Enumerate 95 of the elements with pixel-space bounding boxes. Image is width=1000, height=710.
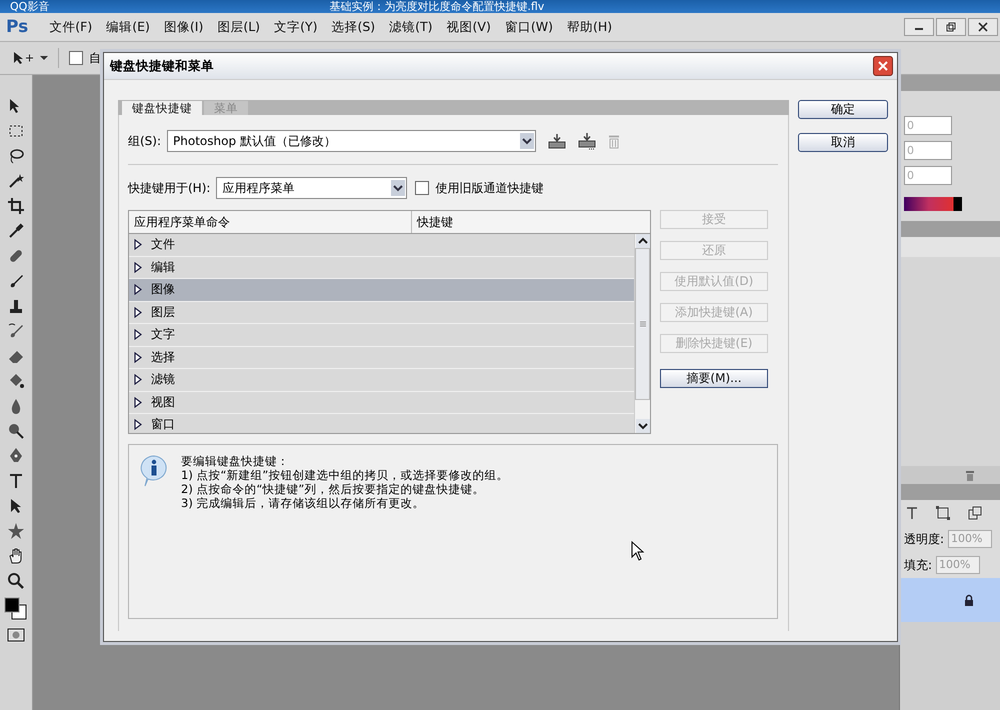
save-as-icon[interactable] (578, 132, 596, 150)
action-button[interactable]: 摘要(M)... (660, 369, 768, 388)
grip-icon (640, 321, 646, 327)
stamp-tool-icon[interactable] (7, 297, 25, 315)
command-name: 视图 (151, 394, 175, 411)
menu-item[interactable]: 窗口(W) (498, 18, 560, 36)
expand-arrow-icon[interactable] (134, 352, 142, 363)
minimize-button[interactable] (904, 18, 934, 36)
menu-item[interactable]: 选择(S) (324, 18, 382, 36)
scroll-up-icon[interactable] (636, 234, 650, 248)
command-name: 滤镜 (151, 371, 175, 388)
command-name: 编辑 (151, 258, 175, 276)
zoom-tool-icon[interactable] (7, 572, 25, 590)
set-label: 组(S): (128, 132, 162, 150)
info-text: 要编辑键盘快捷键： (181, 454, 290, 468)
table-row[interactable]: 图层 (129, 302, 634, 324)
wand-tool-icon[interactable] (7, 172, 25, 190)
color-swatches-icon[interactable] (4, 597, 28, 621)
table-row[interactable]: 视图 (129, 392, 634, 414)
command-name: 图像 (151, 281, 175, 298)
expand-arrow-icon[interactable] (134, 329, 142, 340)
shape-tool-icon[interactable] (7, 522, 25, 540)
menu-item[interactable]: 文件(F) (42, 18, 100, 36)
close-button[interactable] (968, 18, 998, 36)
restore-icon (946, 22, 956, 32)
menu-item[interactable]: 滤镜(T) (382, 18, 440, 36)
quick-mask-icon[interactable] (7, 628, 25, 642)
table-row[interactable]: 图像 (129, 279, 634, 302)
menu-item[interactable]: 帮助(H) (560, 18, 620, 36)
checkbox[interactable] (69, 51, 83, 65)
color-ramp[interactable] (904, 197, 962, 211)
close-icon (978, 22, 988, 32)
menu-item[interactable]: 文字(Y) (267, 18, 324, 36)
save-icon[interactable] (548, 133, 566, 149)
opacity-label: 透明度: (904, 530, 944, 548)
expand-arrow-icon[interactable] (134, 374, 142, 386)
move-tool-icon[interactable] (12, 50, 34, 66)
info-text: 2) 点按命令的“快捷键”列，然后按要指定的键盘快捷键。 (181, 482, 486, 496)
column-header[interactable]: 快捷键 (412, 211, 453, 233)
command-name: 文字 (151, 326, 175, 344)
table-row[interactable]: 选择 (129, 346, 634, 369)
shortcuts-for-label: 快捷键用于(H): (128, 180, 210, 196)
expand-arrow-icon[interactable] (134, 262, 142, 273)
scroll-thumb[interactable] (635, 248, 650, 400)
command-name: 图层 (151, 304, 175, 321)
caret-icon[interactable] (40, 55, 48, 61)
transform-icon[interactable] (936, 506, 950, 520)
crop-tool-icon[interactable] (7, 197, 25, 215)
close-button[interactable] (873, 56, 893, 76)
fill-label: 填充: (904, 556, 932, 574)
set-dropdown[interactable]: Photoshop 默认值（已修改） (167, 130, 536, 152)
pen-tool-icon[interactable] (7, 447, 25, 465)
scrollbar[interactable] (634, 234, 650, 433)
command-name: 选择 (151, 348, 175, 366)
history-tool-icon[interactable] (7, 322, 25, 340)
cursor-icon (631, 541, 645, 561)
dialog-title: 键盘快捷键和菜单 (110, 58, 214, 74)
menu-item[interactable]: 视图(V) (440, 18, 498, 36)
expand-arrow-icon[interactable] (134, 306, 142, 318)
tab[interactable]: 键盘快捷键 (122, 101, 202, 115)
dodge-tool-icon[interactable] (7, 422, 25, 440)
info-icon (139, 454, 169, 488)
text-tool-icon[interactable] (7, 472, 25, 490)
expand-arrow-icon[interactable] (134, 396, 142, 408)
expand-arrow-icon[interactable] (134, 419, 142, 430)
video-title: 基础实例：为亮度对比度命令配置快捷键.flv (329, 0, 544, 13)
app-name: QQ影音 (9, 0, 50, 13)
restore-button[interactable] (936, 18, 966, 36)
menu-item[interactable]: 编辑(E) (99, 18, 157, 36)
command-name: 文件 (151, 236, 175, 254)
column-header[interactable]: 应用程序菜单命令 (129, 211, 412, 233)
close-icon (878, 61, 888, 71)
info-text: 3) 完成编辑后，请存储该组以存储所有更改。 (181, 496, 426, 510)
app-logo: Ps (5, 17, 30, 37)
trash-icon[interactable] (964, 469, 976, 481)
dialog-button[interactable]: 确定 (798, 100, 888, 119)
menu-item[interactable]: 图像(I) (156, 18, 210, 36)
menu-item[interactable]: 图层(L) (210, 18, 268, 36)
checkbox-label: 使用旧版通道快捷键 (435, 180, 544, 196)
expand-arrow-icon[interactable] (134, 239, 142, 250)
smart-object-icon[interactable] (968, 506, 982, 520)
checkbox-label: 自 (89, 50, 101, 66)
lock-icon (964, 594, 974, 606)
command-name: 窗口 (151, 416, 175, 433)
scroll-down-icon[interactable] (636, 419, 650, 433)
expand-arrow-icon[interactable] (134, 284, 142, 296)
text-icon[interactable] (906, 506, 918, 520)
table-row[interactable]: 滤镜 (129, 369, 634, 392)
table-row[interactable]: 文件 (129, 234, 634, 256)
dialog-button[interactable]: 取消 (798, 133, 888, 152)
table-row[interactable]: 文字 (129, 324, 634, 346)
eyedropper-tool-icon[interactable] (7, 222, 25, 240)
info-text: 1) 点按“新建组”按钮创建选中组的拷贝，或选择要修改的组。 (181, 468, 508, 482)
checkbox[interactable] (415, 181, 430, 195)
shortcuts-for-dropdown[interactable]: 应用程序菜单 (216, 177, 408, 199)
